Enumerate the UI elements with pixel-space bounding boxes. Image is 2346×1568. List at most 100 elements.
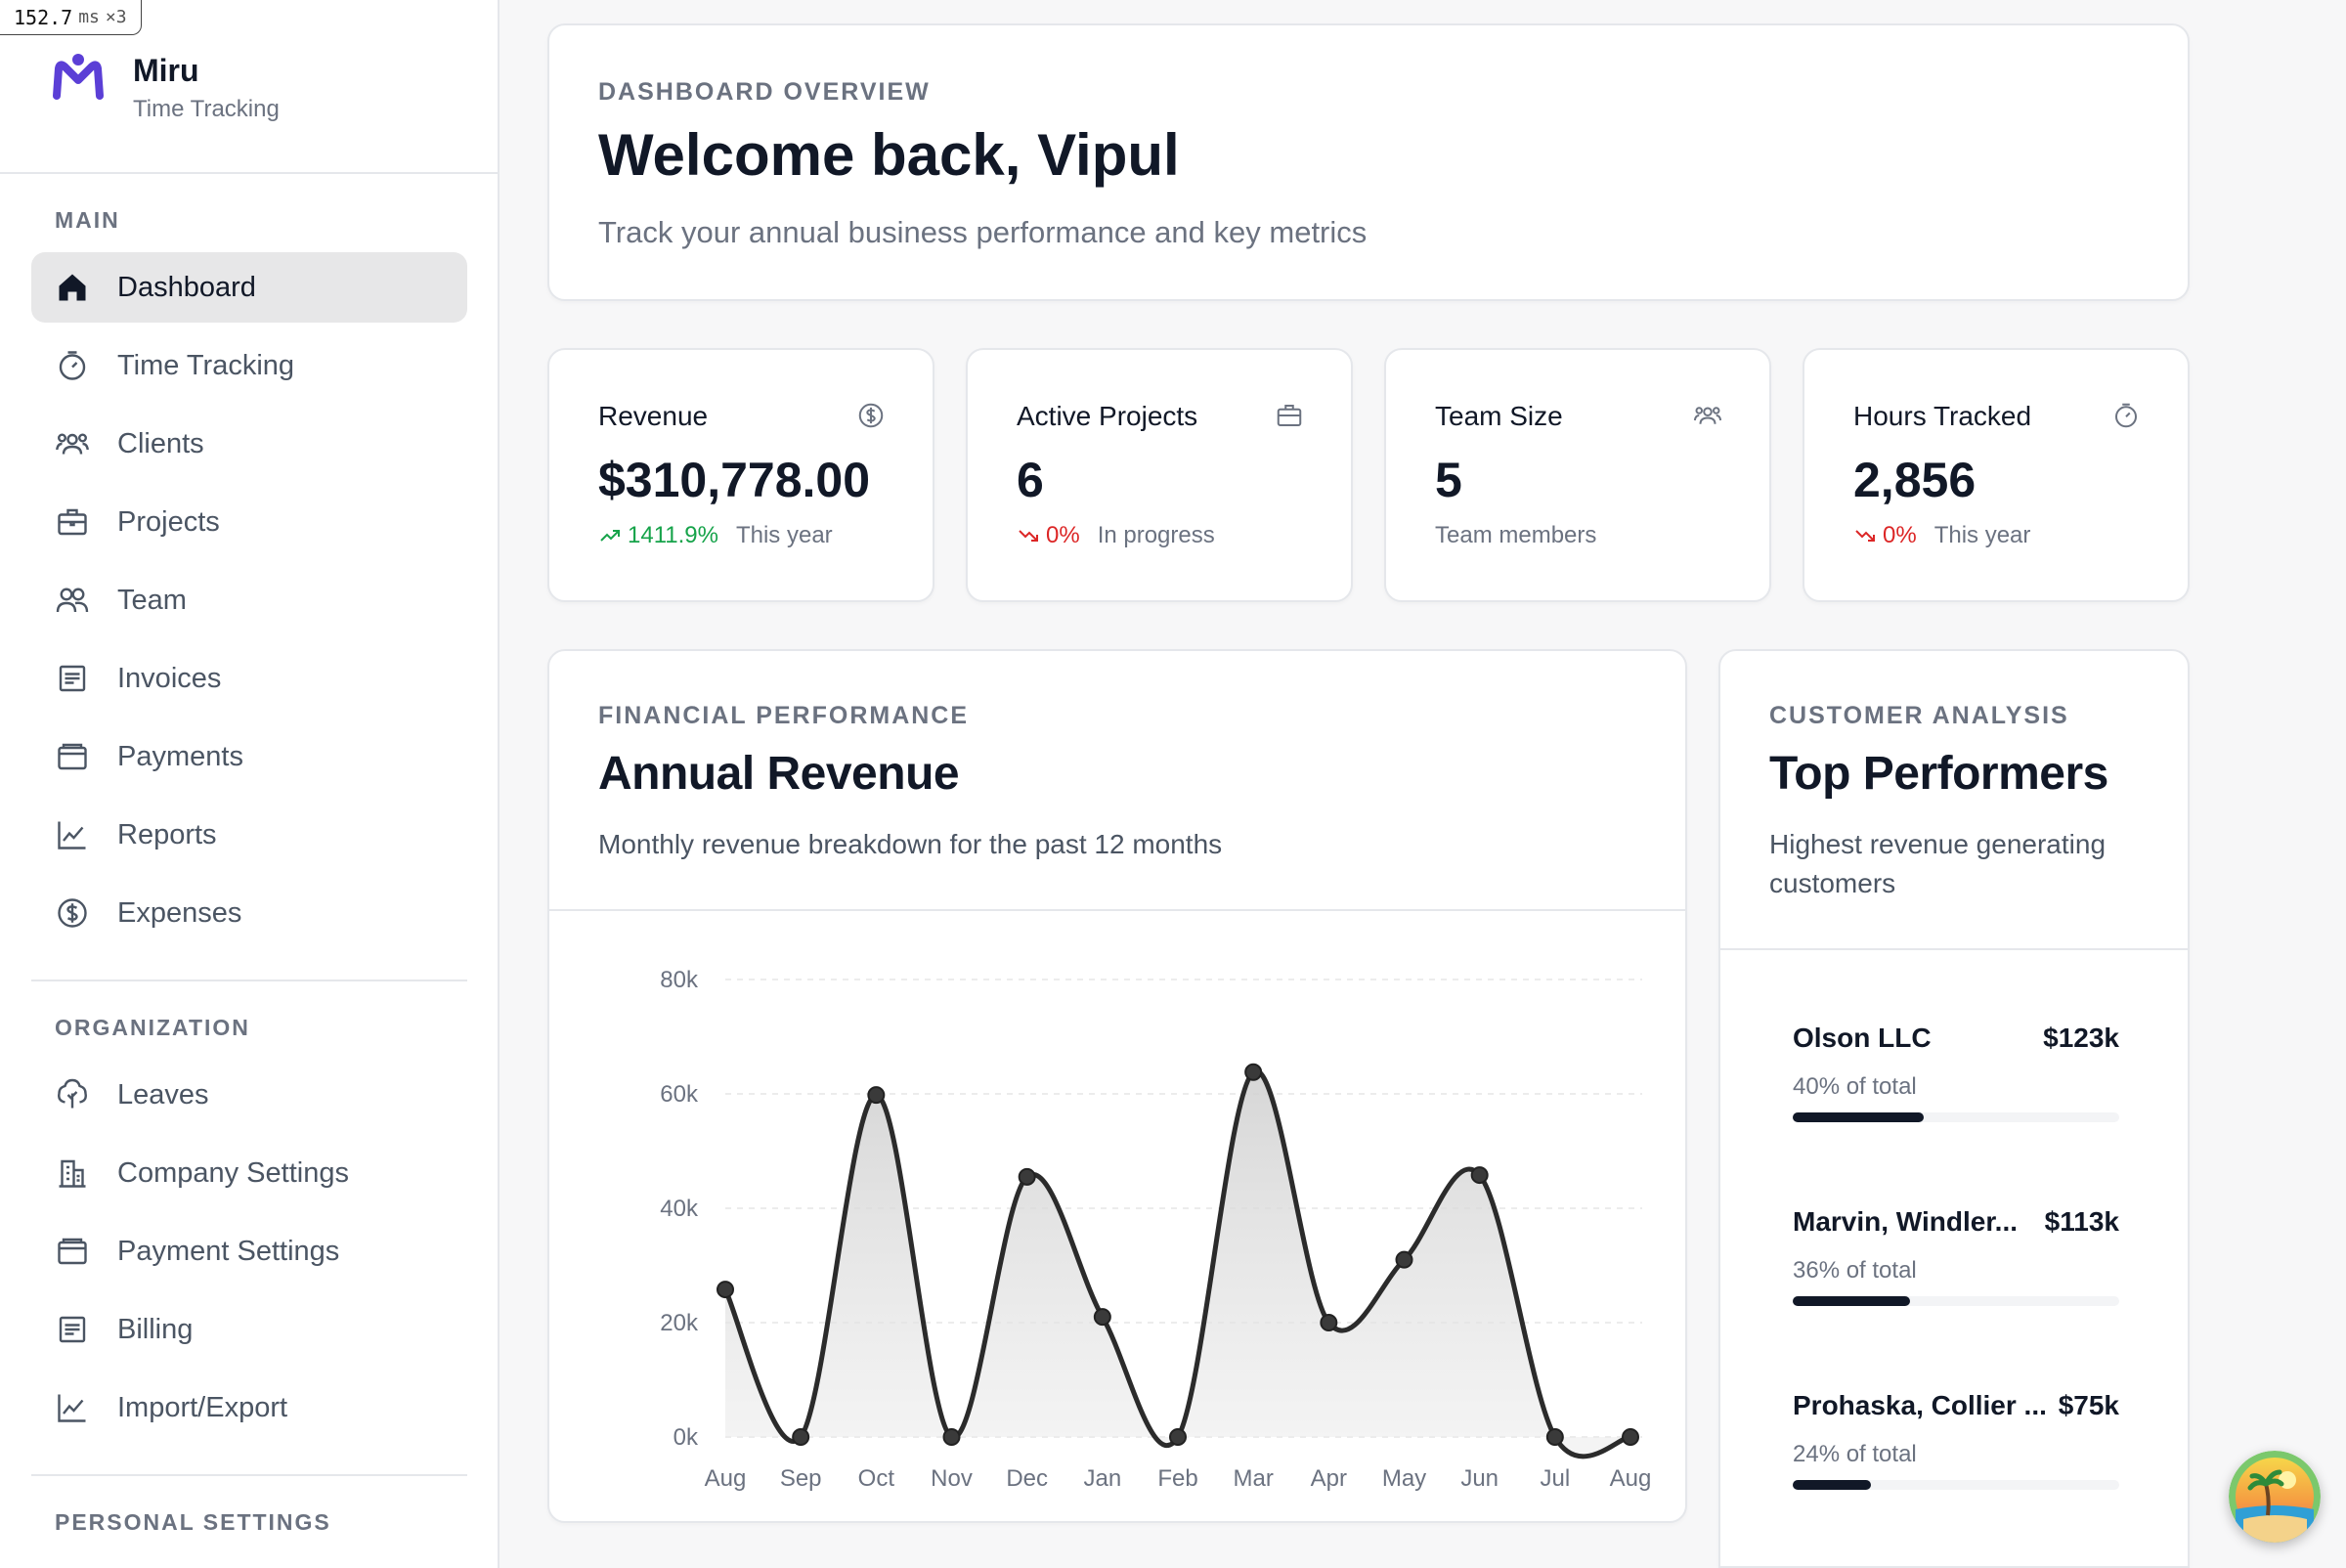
stat-change: 0% — [1853, 522, 1917, 549]
trending-down-icon — [1019, 530, 1038, 542]
sidebar-item-label: Projects — [117, 505, 220, 538]
data-point[interactable] — [942, 1428, 961, 1446]
data-point[interactable] — [1244, 1063, 1263, 1081]
stat-card-team-size[interactable]: Team Size 5 Team members — [1384, 348, 1771, 602]
performer-item[interactable]: Marvin, Windler... $113k 36% of total — [1793, 1206, 2119, 1306]
sidebar-item-dashboard[interactable]: Dashboard — [31, 252, 467, 323]
performer-bar-track — [1793, 1480, 2119, 1490]
stat-card-hours-tracked[interactable]: Hours Tracked 2,856 0% This year — [1803, 348, 2190, 602]
panel-eyebrow: FINANCIAL PERFORMANCE — [598, 702, 970, 729]
performer-bar-track — [1793, 1296, 2119, 1306]
sidebar-item-label: Invoices — [117, 662, 222, 694]
chart-icon — [58, 1394, 86, 1422]
performer-bar-fill — [1793, 1480, 1872, 1490]
wallet-icon — [58, 743, 87, 770]
brand[interactable]: Miru Time Tracking — [51, 51, 280, 129]
stat-change: 1411.9% — [598, 522, 718, 549]
sidebar-item-invoices[interactable]: Invoices — [31, 643, 467, 714]
sidebar-item-leaves[interactable]: Leaves — [31, 1060, 467, 1130]
sidebar-item-payment-settings[interactable]: Payment Settings — [31, 1216, 467, 1286]
sidebar-item-company-settings[interactable]: Company Settings — [31, 1138, 467, 1208]
sidebar-item-billing[interactable]: Billing — [31, 1294, 467, 1365]
stat-value: 6 — [1017, 453, 1044, 507]
data-point[interactable] — [1622, 1428, 1639, 1446]
data-point[interactable] — [867, 1086, 886, 1105]
data-point[interactable] — [1470, 1166, 1489, 1185]
data-point[interactable] — [1545, 1428, 1564, 1446]
x-tick-label: May — [1382, 1465, 1426, 1492]
data-point[interactable] — [1320, 1314, 1338, 1331]
brand-subtitle: Time Tracking — [133, 96, 280, 122]
stat-title: Revenue — [598, 401, 709, 431]
sidebar-item-expenses[interactable]: Expenses — [31, 878, 467, 948]
users-icon — [56, 433, 89, 455]
stat-footer: 1411.9% This year — [598, 522, 833, 549]
sidebar-item-label: Reports — [117, 818, 217, 850]
sidebar-item-import-export[interactable]: Import/Export — [31, 1372, 467, 1443]
stat-footer: 0% This year — [1853, 522, 2030, 549]
briefcase-icon — [58, 508, 87, 536]
stat-title: Team Size — [1435, 401, 1563, 431]
revenue-chart[interactable]: 0k 20k 40k 60k 80k Aug Sep Oct Nov Dec Jan Feb Mar Ap… — [549, 913, 1685, 1519]
performer-item[interactable]: Olson LLC $123k 40% of total — [1793, 1023, 2119, 1122]
sidebar-item-label: Time Tracking — [117, 349, 295, 381]
divider — [549, 909, 1685, 911]
sidebar-item-clients[interactable]: Clients — [31, 409, 467, 479]
panel-title: Annual Revenue — [598, 748, 960, 800]
beach-avatar-icon — [2229, 1451, 2321, 1543]
sidebar-item-time-tracking[interactable]: Time Tracking — [31, 330, 467, 401]
stat-value: 5 — [1435, 453, 1462, 507]
data-point[interactable] — [1169, 1428, 1187, 1446]
x-tick-label: Jun — [1460, 1465, 1499, 1492]
stat-change-value: 0% — [1046, 522, 1080, 548]
stat-card-active-projects[interactable]: Active Projects 6 0% In progress — [966, 348, 1353, 602]
panel-description: Monthly revenue breakdown for the past 1… — [598, 829, 1223, 859]
sidebar-item-payments[interactable]: Payments — [31, 721, 467, 792]
stat-note: This year — [735, 522, 833, 548]
dollar-circle-icon — [58, 898, 87, 928]
performer-name: Olson LLC — [1793, 1023, 1932, 1053]
stat-note: This year — [1933, 522, 2031, 548]
perf-value: 152.7 — [14, 5, 73, 29]
stat-card-revenue[interactable]: Revenue $310,778.00 1411.9% This year — [547, 348, 934, 602]
divider — [31, 980, 467, 981]
performer-amount: $113k — [2044, 1206, 2119, 1237]
sidebar-item-label: Import/Export — [117, 1391, 288, 1423]
perf-unit: ms — [78, 7, 100, 27]
data-point[interactable] — [1395, 1250, 1413, 1269]
data-point[interactable] — [792, 1428, 810, 1446]
x-tick-label: Apr — [1311, 1465, 1347, 1492]
sidebar-item-projects[interactable]: Projects — [31, 487, 467, 557]
briefcase-icon — [1277, 405, 1302, 426]
x-tick-label: Jul — [1540, 1465, 1570, 1492]
data-point[interactable] — [1093, 1308, 1111, 1327]
data-point[interactable] — [1018, 1167, 1036, 1186]
dollar-circle-icon — [858, 403, 884, 428]
sidebar-item-label: Expenses — [117, 896, 242, 929]
y-tick-label: 80k — [660, 967, 699, 993]
sidebar-item-label: Payment Settings — [117, 1235, 340, 1267]
miru-logo-icon — [53, 54, 104, 100]
trending-up-icon — [600, 530, 620, 542]
data-point[interactable] — [717, 1281, 734, 1299]
stat-value: $310,778.00 — [598, 453, 871, 507]
section-label-main: MAIN — [55, 207, 120, 233]
page-subtitle: Track your annual business performance a… — [598, 215, 1368, 249]
wallet-icon — [58, 1238, 87, 1265]
users-icon — [1693, 407, 1722, 424]
stat-title: Hours Tracked — [1853, 401, 2032, 431]
performer-bar-fill — [1793, 1296, 1911, 1306]
perf-count: ×3 — [105, 7, 127, 27]
x-tick-label: Mar — [1233, 1465, 1273, 1492]
sidebar-item-label: Company Settings — [117, 1156, 349, 1189]
panel-description: Highest revenue generating customers — [1769, 829, 2107, 898]
performer-item[interactable]: Prohaska, Collier ... $75k 24% of total — [1793, 1390, 2119, 1490]
sidebar-item-reports[interactable]: Reports — [31, 800, 467, 870]
invoice-icon — [59, 1316, 86, 1343]
welcome-card: DASHBOARD OVERVIEW Welcome back, Vipul T… — [547, 23, 2190, 301]
assistant-avatar-button[interactable] — [2229, 1451, 2321, 1543]
x-tick-label: Oct — [858, 1465, 895, 1492]
performer-share: 40% of total — [1793, 1073, 1917, 1100]
sidebar-item-team[interactable]: Team — [31, 565, 467, 635]
divider — [31, 1474, 467, 1476]
